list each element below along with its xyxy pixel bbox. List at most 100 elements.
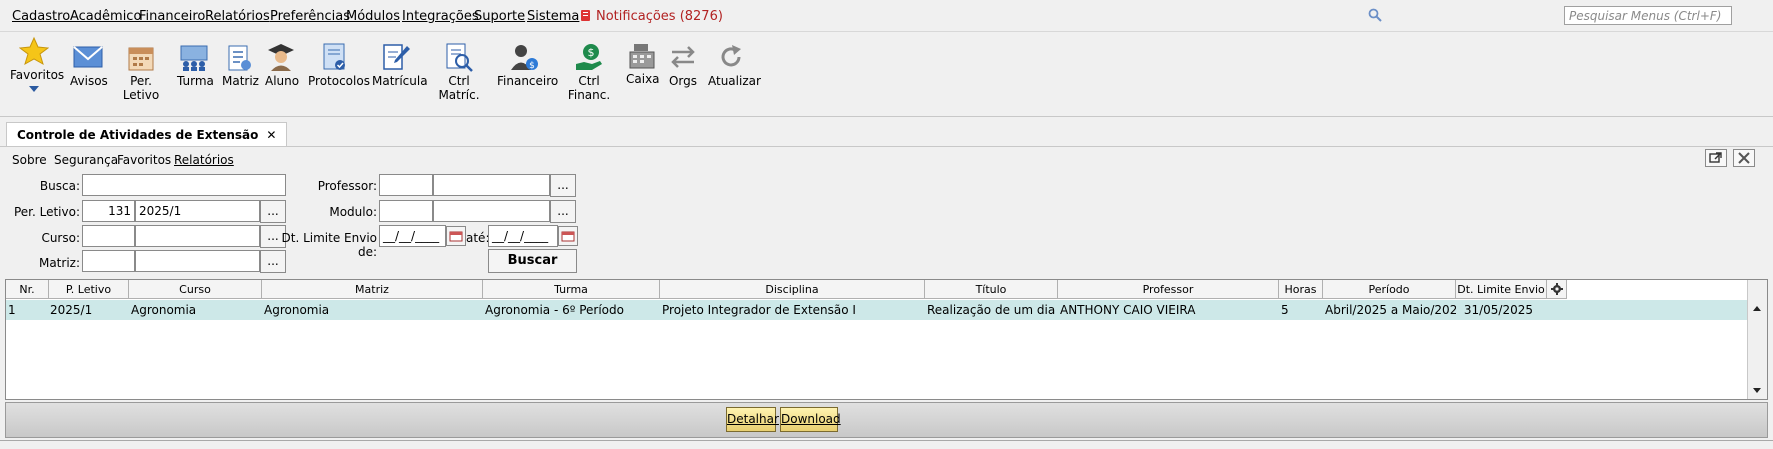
professor-desc-input[interactable] bbox=[433, 174, 550, 196]
menu-search-input[interactable]: Pesquisar Menus (Ctrl+F) bbox=[1564, 6, 1732, 25]
modulo-desc-input[interactable] bbox=[433, 200, 550, 222]
matriz-button[interactable]: Matriz bbox=[222, 44, 259, 88]
column-settings-button[interactable] bbox=[1547, 280, 1567, 299]
modulo-label: Modulo: bbox=[329, 205, 377, 219]
menu-academico[interactable]: Acadêmico bbox=[70, 9, 141, 24]
menu-bar: Cadastro Acadêmico Financeiro Relatórios… bbox=[0, 0, 1773, 32]
buscar-button[interactable]: Buscar bbox=[488, 249, 577, 273]
modulo-code-input[interactable] bbox=[379, 200, 433, 222]
close-window-button[interactable] bbox=[1733, 149, 1755, 167]
financeiro-button[interactable]: $ Financeiro bbox=[497, 42, 558, 88]
caixa-button[interactable]: Caixa bbox=[626, 42, 660, 86]
graduate-icon bbox=[268, 44, 294, 71]
scroll-down-icon[interactable] bbox=[1748, 385, 1766, 397]
detach-window-button[interactable] bbox=[1705, 149, 1727, 167]
professor-code-input[interactable] bbox=[379, 174, 433, 196]
col-header-p-letivo[interactable]: P. Letivo bbox=[49, 280, 129, 299]
per-letivo-lookup-button[interactable]: ... bbox=[260, 200, 286, 223]
menu-sistema[interactable]: Sistema bbox=[527, 9, 579, 24]
ctrl-matric-button[interactable]: Ctrl Matríc. bbox=[431, 42, 487, 102]
col-header-horas[interactable]: Horas bbox=[1279, 280, 1323, 299]
col-header-nr[interactable]: Nr. bbox=[6, 280, 49, 299]
avisos-button[interactable]: Avisos bbox=[70, 44, 108, 88]
per-letivo-desc-input[interactable]: 2025/1 bbox=[135, 200, 260, 222]
finance-person-icon: $ bbox=[511, 45, 538, 71]
atualizar-button[interactable]: Atualizar bbox=[708, 44, 761, 88]
calendar-icon bbox=[561, 231, 575, 242]
table-cell: 2025/1 bbox=[50, 303, 93, 317]
menu-preferencias[interactable]: Preferências bbox=[270, 9, 350, 24]
col-header-matriz[interactable]: Matriz bbox=[262, 280, 483, 299]
envelope-icon bbox=[73, 46, 103, 68]
col-header-disciplina[interactable]: Disciplina bbox=[660, 280, 925, 299]
table-cell: Agronomia bbox=[131, 303, 197, 317]
tab-close-icon[interactable]: ✕ bbox=[266, 128, 276, 142]
tab-divider bbox=[0, 146, 1773, 147]
table-cell: 5 bbox=[1281, 303, 1289, 317]
busca-label: Busca: bbox=[39, 179, 80, 193]
submenu-relatorios[interactable]: Relatórios bbox=[174, 153, 234, 167]
busca-input[interactable] bbox=[82, 174, 286, 196]
col-header-curso[interactable]: Curso bbox=[129, 280, 262, 299]
per-letivo-button[interactable]: Per. Letivo bbox=[115, 44, 167, 102]
gear-icon bbox=[1550, 283, 1563, 295]
col-header-turma[interactable]: Turma bbox=[483, 280, 660, 299]
table-cell: 31/05/2025 bbox=[1463, 303, 1533, 317]
turma-button[interactable]: Turma bbox=[177, 44, 214, 88]
table-cell: Projeto Integrador de Extensão I bbox=[662, 303, 856, 317]
col-header-periodo[interactable]: Período bbox=[1323, 280, 1456, 299]
menu-relatorios[interactable]: Relatórios bbox=[205, 9, 270, 24]
menu-suporte[interactable]: Suporte bbox=[474, 9, 525, 24]
matriz-code-input[interactable] bbox=[82, 250, 135, 272]
svg-text:$: $ bbox=[529, 61, 535, 71]
notifications-link[interactable]: Notificações (8276) bbox=[596, 9, 723, 24]
modulo-lookup-button[interactable]: ... bbox=[550, 200, 576, 223]
favoritos-label: Favoritos bbox=[10, 68, 65, 82]
menu-integracoes[interactable]: Integrações bbox=[402, 9, 479, 24]
vertical-scrollbar[interactable] bbox=[1747, 280, 1767, 399]
curso-label: Curso: bbox=[41, 231, 80, 245]
submenu-seguranca[interactable]: Segurança bbox=[54, 153, 118, 167]
svg-text:$: $ bbox=[588, 46, 595, 59]
caixa-label: Caixa bbox=[626, 72, 660, 86]
dt-limite-label: Dt. Limite Envio de: bbox=[281, 231, 377, 259]
date-to-picker-button[interactable] bbox=[558, 226, 578, 246]
scroll-up-icon[interactable] bbox=[1748, 302, 1766, 314]
orgs-button[interactable]: Orgs bbox=[668, 44, 698, 88]
submenu-favoritos[interactable]: Favoritos bbox=[117, 153, 171, 167]
curso-desc-input[interactable] bbox=[135, 225, 260, 247]
col-header-professor[interactable]: Professor bbox=[1058, 280, 1279, 299]
menu-modulos[interactable]: Módulos bbox=[346, 9, 400, 24]
table-cell: Abril/2025 a Maio/2025 bbox=[1325, 303, 1456, 317]
table-cell: Agronomia - 6º Período bbox=[485, 303, 624, 317]
col-header-titulo[interactable]: Título bbox=[925, 280, 1058, 299]
per-letivo-code-input[interactable]: 131 bbox=[82, 200, 135, 222]
swap-arrows-icon bbox=[671, 46, 695, 68]
professor-label: Professor: bbox=[317, 179, 377, 193]
ctrl-financ-button[interactable]: $ Ctrl Financ. bbox=[560, 42, 618, 102]
download-button[interactable]: Download bbox=[780, 407, 841, 432]
matricula-button[interactable]: Matrícula bbox=[372, 42, 428, 88]
professor-lookup-button[interactable]: ... bbox=[550, 174, 576, 197]
date-to-input[interactable]: __/__/____ bbox=[488, 225, 558, 247]
date-from-input[interactable]: __/__/____ bbox=[379, 225, 446, 247]
detalhar-button[interactable]: Detalhar bbox=[726, 407, 779, 432]
favoritos-button[interactable]: Favoritos bbox=[10, 36, 65, 92]
aluno-button[interactable]: Aluno bbox=[265, 42, 299, 88]
money-hand-icon: $ bbox=[576, 44, 602, 70]
notification-icon bbox=[580, 9, 591, 25]
matriz-desc-input[interactable] bbox=[135, 250, 260, 272]
document-search-icon bbox=[446, 43, 473, 72]
submenu-sobre[interactable]: Sobre bbox=[12, 153, 47, 167]
action-bar bbox=[5, 402, 1768, 438]
tab-controle-atividades[interactable]: Controle de Atividades de Extensão ✕ bbox=[6, 122, 288, 147]
date-from-picker-button[interactable] bbox=[446, 226, 466, 246]
col-header-dt-limite[interactable]: Dt. Limite Envio bbox=[1456, 280, 1547, 299]
star-icon bbox=[19, 36, 49, 66]
search-icon bbox=[1368, 8, 1382, 25]
cash-register-icon bbox=[629, 44, 655, 69]
menu-cadastro[interactable]: Cadastro bbox=[12, 9, 70, 24]
menu-financeiro[interactable]: Financeiro bbox=[139, 9, 205, 24]
protocolos-button[interactable]: Protocolos bbox=[308, 42, 370, 88]
curso-code-input[interactable] bbox=[82, 225, 135, 247]
